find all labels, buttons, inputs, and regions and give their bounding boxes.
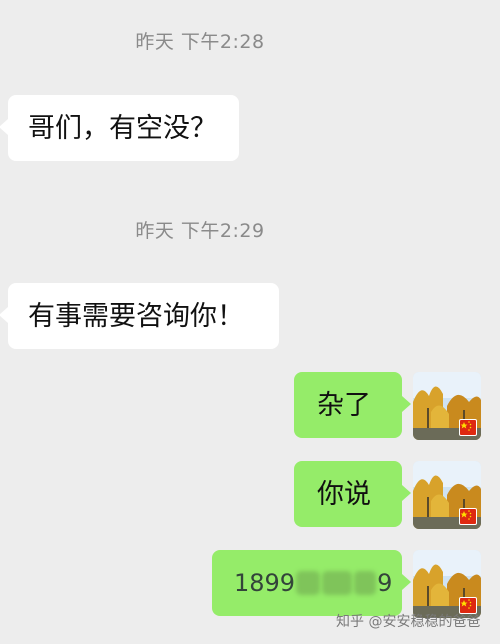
message-text: 杂了 xyxy=(317,389,371,421)
redacted-digits xyxy=(296,571,321,595)
message-bubble-incoming[interactable]: 哥们，有空没？ xyxy=(0,95,239,161)
redacted-digits xyxy=(354,571,377,595)
timestamp: 昨天 下午2:29 xyxy=(135,220,265,242)
message-text: 哥们，有空没？ xyxy=(28,112,217,144)
avatar[interactable] xyxy=(413,461,481,529)
avatar[interactable] xyxy=(413,372,481,440)
message-text-tail: 9 xyxy=(377,569,393,597)
autumn-tree-avatar-icon xyxy=(413,372,481,440)
timestamp: 昨天 下午2:28 xyxy=(135,31,265,53)
redacted-digits xyxy=(322,571,353,595)
message-bubble-incoming[interactable]: 有事需要咨询你！ xyxy=(0,283,279,349)
message-text: 有事需要咨询你！ xyxy=(28,300,244,332)
message-text: 1899 xyxy=(234,569,296,597)
autumn-tree-avatar-icon xyxy=(413,461,481,529)
message-bubble-outgoing[interactable]: 杂了 xyxy=(294,372,411,438)
autumn-tree-avatar-icon xyxy=(413,550,481,618)
watermark: 知乎 @安安稳稳的爸爸 xyxy=(336,614,481,630)
message-bubble-outgoing[interactable]: 你说 xyxy=(294,461,411,527)
message-text: 你说 xyxy=(317,478,371,510)
avatar[interactable] xyxy=(413,550,481,618)
message-bubble-outgoing[interactable]: 1899 9 xyxy=(212,550,411,616)
